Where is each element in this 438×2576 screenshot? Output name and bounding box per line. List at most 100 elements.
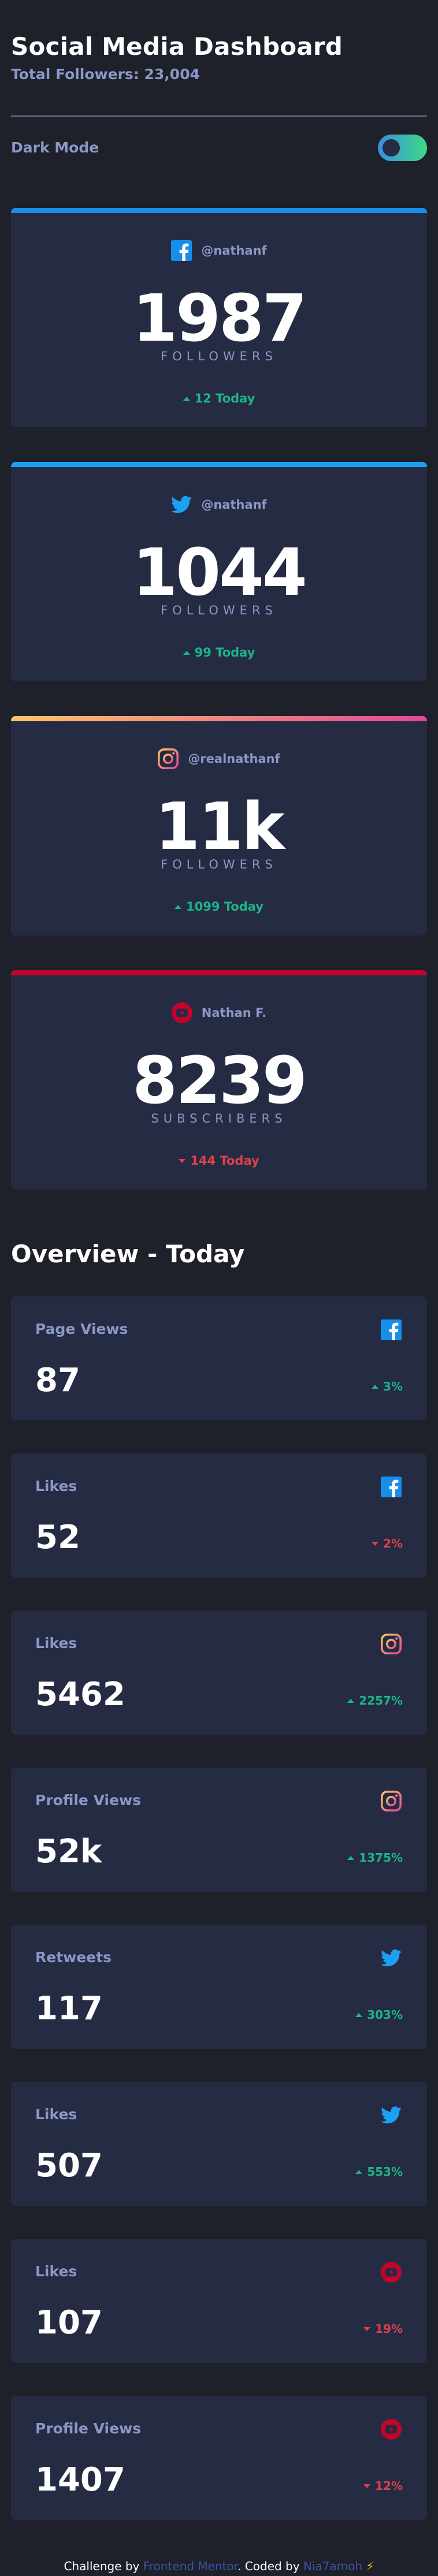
card-accent-bar: [11, 716, 427, 721]
overview-title: Overview - Today: [11, 1240, 245, 1268]
total-followers: Total Followers: 23,004: [11, 66, 200, 83]
overview-metric-value: 52: [35, 1519, 80, 1556]
facebook-icon: [381, 1477, 402, 1497]
header-divider: [11, 115, 427, 117]
card-follower-count: 1987: [132, 281, 307, 356]
arrow-up-icon: [183, 396, 190, 401]
overview-card-twitter[interactable]: Likes 507 553%: [11, 2082, 427, 2206]
overview-card-instagram[interactable]: Profile Views 52k 1375%: [11, 1768, 427, 1892]
card-today-text: 1099 Today: [186, 900, 263, 914]
page-title: Social Media Dashboard: [11, 32, 343, 61]
overview-card-twitter[interactable]: Retweets 117 303%: [11, 1925, 427, 2049]
overview-change: 19%: [363, 2322, 403, 2336]
overview-metric-label: Page Views: [35, 1321, 128, 1337]
card-handle-row: @realnathanf: [11, 748, 427, 769]
arrow-up-icon: [355, 2169, 363, 2174]
instagram-icon: [381, 1634, 402, 1654]
overview-metric-label: Likes: [35, 2106, 77, 2123]
overview-change-text: 553%: [367, 2165, 403, 2179]
card-today-change: 99 Today: [11, 646, 427, 659]
card-handle: @nathanf: [201, 498, 267, 512]
arrow-up-icon: [175, 904, 182, 909]
card-count-label: FOLLOWERS: [161, 858, 277, 871]
author-link[interactable]: Nia7amoh: [303, 2559, 362, 2573]
overview-change: 553%: [355, 2165, 403, 2179]
overview-change-text: 3%: [383, 1380, 403, 1393]
frontend-mentor-link[interactable]: Frontend Mentor: [143, 2559, 237, 2573]
card-follower-count: 11k: [155, 789, 284, 864]
overview-metric-label: Likes: [35, 1478, 77, 1494]
arrow-down-icon: [179, 1158, 186, 1163]
overview-metric-value: 1407: [35, 2461, 125, 2499]
card-accent-bar: [11, 208, 427, 213]
card-handle-row: Nathan F.: [11, 1002, 427, 1023]
overview-card-youtube[interactable]: Likes 107 19%: [11, 2239, 427, 2363]
twitter-icon: [381, 2105, 402, 2126]
card-today-change: 12 Today: [11, 392, 427, 405]
card-today-change: 144 Today: [11, 1154, 427, 1168]
card-today-text: 12 Today: [194, 392, 255, 405]
card-today-text: 144 Today: [190, 1154, 259, 1168]
overview-metric-value: 52k: [35, 1833, 102, 1870]
card-follower-count: 1044: [132, 535, 307, 610]
overview-metric-label: Profile Views: [35, 1792, 141, 1809]
overview-change-text: 2%: [383, 1537, 403, 1550]
arrow-up-icon: [355, 2012, 363, 2017]
overview-metric-label: Likes: [35, 2263, 77, 2280]
arrow-up-icon: [347, 1698, 355, 1703]
arrow-down-icon: [363, 2327, 371, 2331]
overview-metric-label: Likes: [35, 1635, 77, 1652]
card-count-label: FOLLOWERS: [161, 349, 277, 363]
dark-mode-toggle[interactable]: [378, 135, 427, 161]
overview-change-text: 12%: [375, 2479, 403, 2493]
bolt-icon: ⚡: [366, 2559, 374, 2573]
arrow-up-icon: [347, 1855, 355, 1860]
overview-change: 3%: [372, 1380, 403, 1393]
facebook-icon: [381, 1319, 402, 1340]
social-card-twitter[interactable]: @nathanf 1044 FOLLOWERS 99 Today: [11, 462, 427, 681]
overview-change: 12%: [363, 2479, 403, 2493]
overview-change-text: 19%: [375, 2322, 403, 2336]
card-accent-bar: [11, 970, 427, 975]
card-handle: Nathan F.: [201, 1006, 267, 1020]
overview-metric-value: 5462: [35, 1676, 125, 1713]
overview-metric-value: 507: [35, 2147, 103, 2184]
overview-change-text: 303%: [367, 2008, 403, 2022]
social-card-youtube[interactable]: Nathan F. 8239 SUBSCRIBERS 144 Today: [11, 970, 427, 1190]
social-card-facebook[interactable]: @nathanf 1987 FOLLOWERS 12 Today: [11, 208, 427, 427]
arrow-down-icon: [363, 2484, 371, 2488]
card-count-label: SUBSCRIBERS: [151, 1112, 287, 1125]
dark-mode-label: Dark Mode: [11, 139, 99, 156]
youtube-icon: [381, 2262, 402, 2283]
footer-middle: . Coded by: [237, 2559, 303, 2573]
overview-metric-label: Profile Views: [35, 2420, 141, 2437]
overview-change-text: 2257%: [359, 1694, 403, 1708]
overview-card-facebook[interactable]: Page Views 87 3%: [11, 1296, 427, 1421]
arrow-up-icon: [372, 1384, 379, 1389]
instagram-icon: [158, 748, 179, 769]
overview-card-instagram[interactable]: Likes 5462 2257%: [11, 1611, 427, 1735]
overview-change: 303%: [355, 2008, 403, 2022]
footer-attribution: Challenge by Frontend Mentor. Coded by N…: [0, 2559, 438, 2573]
card-accent-bar: [11, 462, 427, 467]
overview-card-youtube[interactable]: Profile Views 1407 12%: [11, 2396, 427, 2520]
card-follower-count: 8239: [132, 1043, 307, 1119]
card-handle-row: @nathanf: [11, 240, 427, 261]
youtube-icon: [171, 1002, 192, 1023]
social-card-instagram[interactable]: @realnathanf 11k FOLLOWERS 1099 Today: [11, 716, 427, 935]
overview-card-facebook[interactable]: Likes 52 2%: [11, 1453, 427, 1578]
dashboard-page: Social Media Dashboard Total Followers: …: [0, 0, 438, 2576]
overview-metric-label: Retweets: [35, 1949, 112, 1966]
card-handle: @nathanf: [201, 244, 267, 258]
twitter-icon: [381, 1948, 402, 1969]
card-count-label: FOLLOWERS: [161, 603, 277, 617]
card-handle-row: @nathanf: [11, 494, 427, 515]
arrow-down-icon: [372, 1541, 379, 1546]
overview-change: 1375%: [347, 1851, 403, 1865]
overview-change: 2257%: [347, 1694, 403, 1708]
overview-metric-value: 87: [35, 1362, 80, 1399]
card-today-change: 1099 Today: [11, 900, 427, 914]
card-handle: @realnathanf: [188, 752, 280, 766]
overview-metric-value: 117: [35, 1990, 103, 2027]
toggle-knob[interactable]: [383, 139, 400, 156]
